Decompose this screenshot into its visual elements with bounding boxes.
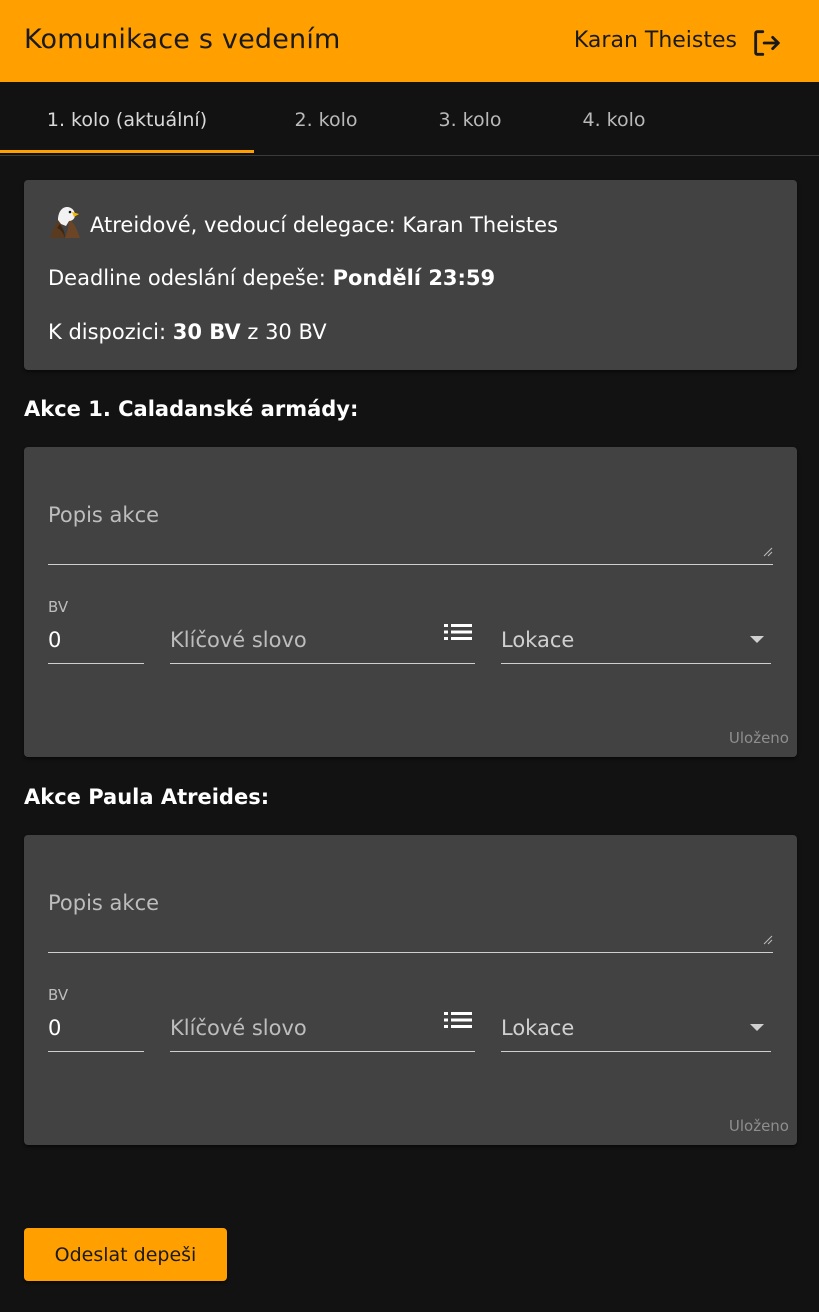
tab-round-2[interactable]: 2. kolo <box>254 82 398 156</box>
action-2-bv-input[interactable]: 0 <box>48 1016 61 1040</box>
delegation-info-card: Atreidové, vedoucí delegace: Karan Theis… <box>24 180 797 370</box>
action-1-title: Akce 1. Caladanské armády: <box>24 397 359 421</box>
action-1-keyword-input[interactable]: Klíčové slovo <box>170 628 307 652</box>
action-1-bv-underline <box>48 663 144 664</box>
action-2-location-select[interactable]: Lokace <box>501 1016 574 1040</box>
action-1-saved-status: Uloženo <box>728 729 789 747</box>
resize-handle-icon[interactable] <box>761 933 773 945</box>
action-1-description-underline <box>48 564 773 565</box>
available-label: K dispozici: <box>48 320 167 344</box>
active-tab-indicator <box>0 150 254 153</box>
action-2-description-underline <box>48 952 773 953</box>
action-2-description-input[interactable]: Popis akce <box>48 891 159 915</box>
list-icon[interactable] <box>444 622 472 642</box>
action-1-location-underline <box>501 663 771 664</box>
round-tabs: 1. kolo (aktuální) 2. kolo 3. kolo 4. ko… <box>0 82 819 156</box>
action-2-saved-status: Uloženo <box>728 1117 789 1135</box>
action-2-card: Popis akce BV 0 Klíčové slovo Lokace Ulo… <box>24 835 797 1145</box>
app-bar: Komunikace s vedením Karan Theistes <box>0 0 819 82</box>
action-2-title: Akce Paula Atreides: <box>24 785 270 809</box>
action-1-bv-input[interactable]: 0 <box>48 628 61 652</box>
available-total: z 30 BV <box>247 320 327 344</box>
action-1-keyword-underline <box>170 663 475 664</box>
action-2-keyword-input[interactable]: Klíčové slovo <box>170 1016 307 1040</box>
tab-round-3[interactable]: 3. kolo <box>398 82 542 156</box>
chevron-down-icon[interactable] <box>750 1024 764 1031</box>
action-1-card: Popis akce BV 0 Klíčové slovo Lokace Ulo… <box>24 447 797 757</box>
eagle-icon <box>50 207 80 238</box>
list-icon[interactable] <box>444 1010 472 1030</box>
tab-round-1[interactable]: 1. kolo (aktuální) <box>0 82 254 156</box>
deadline-line: Deadline odeslání depeše: Pondělí 23:59 <box>48 266 495 290</box>
delegation-text: Atreidové, vedoucí delegace: Karan Theis… <box>90 213 559 237</box>
delegation-line: Atreidové, vedoucí delegace: Karan Theis… <box>48 204 558 240</box>
action-1-location-select[interactable]: Lokace <box>501 628 574 652</box>
tab-round-4[interactable]: 4. kolo <box>542 82 686 156</box>
resize-handle-icon[interactable] <box>761 545 773 557</box>
user-name: Karan Theistes <box>573 28 737 53</box>
logout-icon[interactable] <box>750 26 784 60</box>
action-2-location-underline <box>501 1051 771 1052</box>
available-value: 30 BV <box>172 320 241 344</box>
send-dispatch-button[interactable]: Odeslat depeši <box>24 1228 227 1281</box>
action-1-bv-label: BV <box>48 598 69 616</box>
action-1-description-input[interactable]: Popis akce <box>48 503 159 527</box>
deadline-label: Deadline odeslání depeše: <box>48 266 326 290</box>
action-2-keyword-underline <box>170 1051 475 1052</box>
page-title: Komunikace s vedením <box>24 24 341 55</box>
action-2-bv-label: BV <box>48 986 69 1004</box>
action-2-bv-underline <box>48 1051 144 1052</box>
available-line: K dispozici: 30 BV z 30 BV <box>48 320 327 344</box>
deadline-value: Pondělí 23:59 <box>332 266 496 290</box>
chevron-down-icon[interactable] <box>750 636 764 643</box>
